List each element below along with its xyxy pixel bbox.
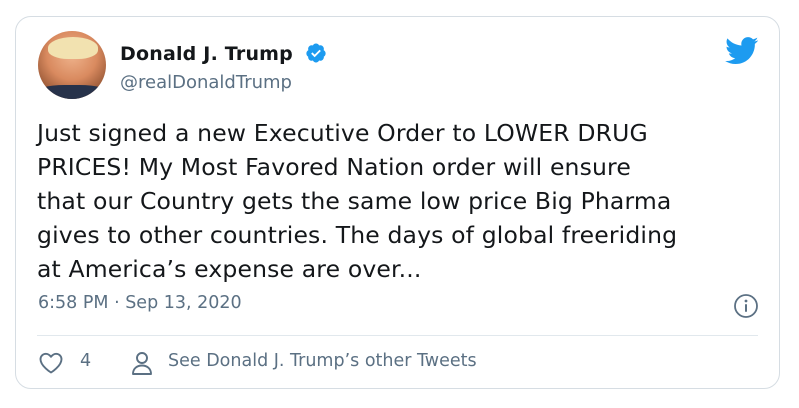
person-icon[interactable] — [130, 350, 154, 376]
avatar-hair — [48, 37, 98, 59]
info-icon[interactable] — [733, 293, 759, 319]
tweet-timestamp[interactable]: 6:58 PM · Sep 13, 2020 — [38, 293, 242, 313]
author-avatar[interactable] — [38, 31, 106, 99]
tweet-card[interactable]: Donald J. Trump @realDonaldTrump Just si… — [15, 16, 780, 389]
like-count[interactable]: 4 — [80, 351, 91, 371]
author-display-name[interactable]: Donald J. Trump — [120, 43, 293, 65]
verified-badge-icon — [306, 43, 326, 63]
avatar-suit — [38, 85, 106, 99]
see-other-tweets-link[interactable]: See Donald J. Trump’s other Tweets — [168, 351, 477, 371]
author-handle[interactable]: @realDonaldTrump — [120, 72, 292, 93]
twitter-bird-icon[interactable] — [725, 37, 759, 65]
action-divider — [37, 335, 758, 336]
heart-icon[interactable] — [38, 351, 64, 375]
tweet-text: Just signed a new Executive Order to LOW… — [37, 119, 678, 283]
